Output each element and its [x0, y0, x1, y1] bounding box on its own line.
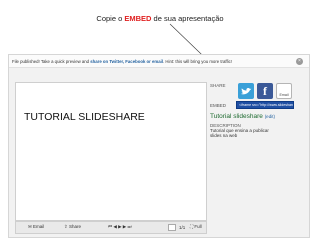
facebook-icon[interactable]: f — [257, 83, 273, 99]
share-label: SHARE — [210, 83, 226, 88]
presentation-title: Tutorial slideshare (edit) — [210, 113, 275, 120]
presentation-title-text: Tutorial slideshare — [210, 113, 263, 120]
banner-share-link[interactable]: share on Twitter, Facebook or email — [90, 59, 163, 64]
prev-slide-icon[interactable]: ◀ — [113, 224, 116, 229]
slide-title: TUTORIAL SLIDESHARE — [24, 111, 145, 123]
embed-code-field[interactable]: <iframe src="http://www.slideshare — [236, 101, 294, 109]
page-total: 1/1 — [179, 225, 186, 230]
edit-title-link[interactable]: (edit) — [265, 114, 275, 119]
fullscreen-label: Full — [194, 224, 202, 229]
next-slide-icon[interactable]: ▶ — [123, 224, 126, 229]
slideshare-upload-panel: File published! Take a quick preview and… — [8, 54, 310, 238]
banner-text-2: . Hint: this will bring you more traffic… — [163, 59, 232, 64]
description-text: Tutorial que ensina a publicar slides na… — [210, 128, 269, 139]
player-share-label: Share — [69, 224, 82, 229]
caption-text-before: Copie o — [96, 14, 125, 23]
play-icon[interactable]: ▶ — [118, 224, 121, 229]
player-navigation: ⏮ ◀ ▶ ▶ ⏭ — [108, 224, 132, 230]
slide-preview[interactable] — [15, 82, 207, 221]
last-slide-icon[interactable]: ⏭ — [128, 224, 132, 229]
caption-text-after: de sua apresentação — [151, 14, 224, 23]
close-icon[interactable]: × — [296, 58, 303, 65]
player-controls: ✉ Email ⇪ Share ⏮ ◀ ▶ ▶ ⏭ 1/1 ⛶ Full — [15, 221, 207, 234]
first-slide-icon[interactable]: ⏮ — [108, 224, 112, 229]
fullscreen-icon: ⛶ — [190, 224, 194, 229]
caption-highlight: EMBED — [124, 14, 152, 23]
envelope-icon: ✉ — [28, 224, 32, 229]
twitter-icon[interactable] — [238, 83, 254, 99]
fullscreen-button[interactable]: ⛶ Full — [190, 224, 202, 229]
player-email-label: Email — [33, 224, 45, 229]
publish-banner: File published! Take a quick preview and… — [9, 55, 309, 68]
page-number-input[interactable] — [168, 224, 176, 231]
player-email-button[interactable]: ✉ Email — [28, 224, 44, 230]
share-icon: ⇪ — [64, 224, 68, 229]
instruction-caption: Copie o EMBED de sua apresentação — [0, 14, 320, 23]
player-share-button[interactable]: ⇪ Share — [64, 224, 81, 230]
email-share-button[interactable]: Email — [276, 83, 292, 99]
embed-label: EMBED — [210, 103, 227, 108]
banner-text-1: File published! Take a quick preview and — [12, 59, 91, 64]
